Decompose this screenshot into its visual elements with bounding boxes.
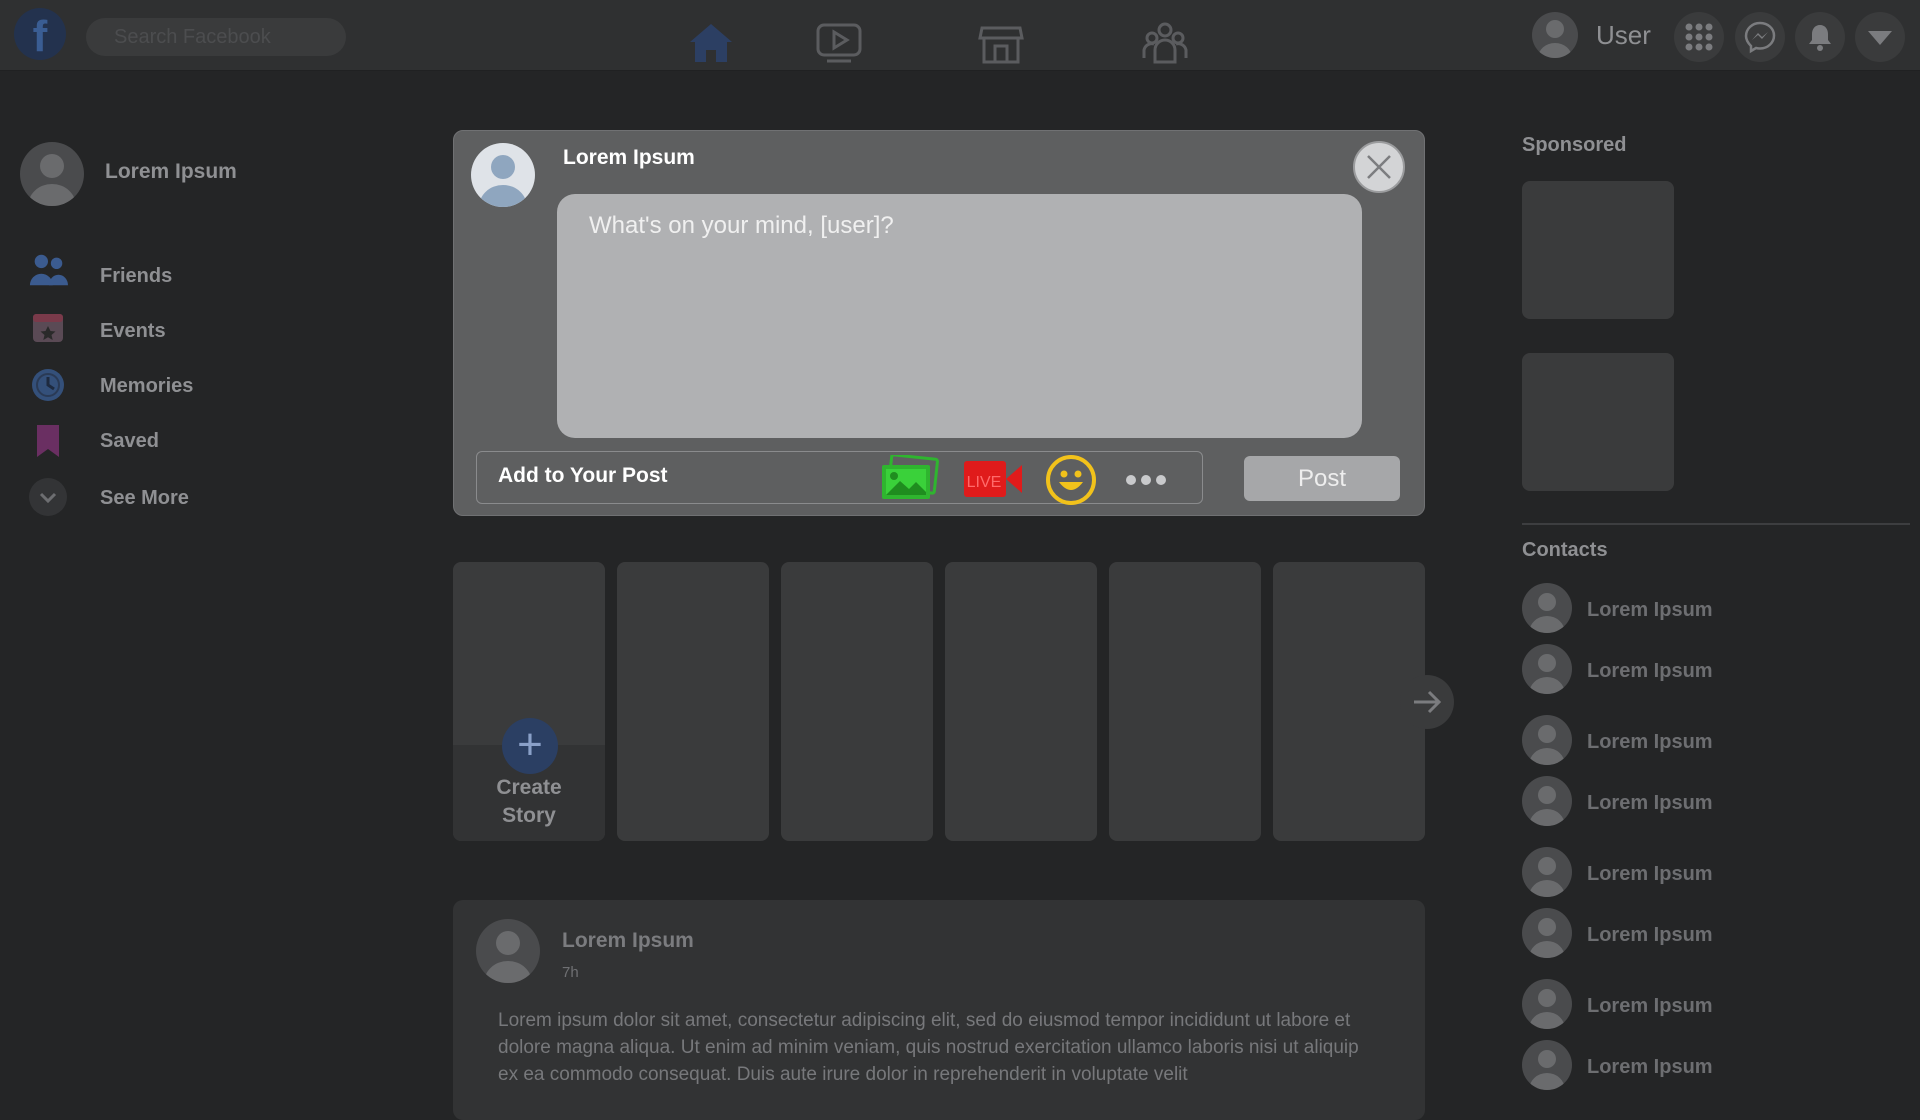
post-author-name[interactable]: Lorem Ipsum <box>562 929 694 953</box>
sidebar-profile-name[interactable]: Lorem Ipsum <box>105 160 237 184</box>
contact-name[interactable]: Lorem Ipsum <box>1587 792 1713 815</box>
saved-bookmark-icon[interactable] <box>28 421 68 461</box>
messenger-icon[interactable] <box>1735 12 1785 62</box>
contact-avatar[interactable] <box>1522 776 1572 826</box>
sponsored-ad[interactable] <box>1522 353 1674 491</box>
memories-clock-icon[interactable] <box>28 365 68 405</box>
search-input[interactable]: Search Facebook <box>86 18 346 56</box>
post-button[interactable]: Post <box>1244 456 1400 501</box>
contact-avatar[interactable] <box>1522 1040 1572 1090</box>
add-to-post-label: Add to Your Post <box>498 464 668 487</box>
arrow-right-icon[interactable] <box>1400 675 1454 729</box>
events-calendar-icon[interactable] <box>28 307 68 347</box>
post-text: Lorem ipsum dolor sit amet, consectetur … <box>498 1010 1359 1085</box>
contact-name[interactable]: Lorem Ipsum <box>1587 863 1713 886</box>
contacts-title: Contacts <box>1522 539 1608 561</box>
sponsored-ad[interactable] <box>1522 181 1674 319</box>
contact-name[interactable]: Lorem Ipsum <box>1587 599 1713 622</box>
marketplace-icon[interactable] <box>976 18 1026 68</box>
contact-avatar[interactable] <box>1522 979 1572 1029</box>
sidebar-item-see-more[interactable]: See More <box>100 487 189 510</box>
notifications-bell-icon[interactable] <box>1795 12 1845 62</box>
photo-icon[interactable] <box>878 453 940 503</box>
sidebar-item-saved[interactable]: Saved <box>100 430 159 453</box>
contact-avatar[interactable] <box>1522 644 1572 694</box>
story-card[interactable] <box>1109 562 1261 841</box>
contact-name[interactable]: Lorem Ipsum <box>1587 1056 1713 1079</box>
contact-name[interactable]: Lorem Ipsum <box>1587 995 1713 1018</box>
plus-icon[interactable]: + <box>502 718 558 774</box>
groups-icon[interactable] <box>1140 18 1190 68</box>
post-text-input[interactable] <box>557 194 1362 438</box>
profile-name[interactable]: User <box>1596 20 1651 51</box>
divider <box>1522 523 1910 525</box>
contact-avatar[interactable] <box>1522 715 1572 765</box>
contact-name[interactable]: Lorem Ipsum <box>1587 924 1713 947</box>
menu-grid-icon[interactable] <box>1674 12 1724 62</box>
post-timestamp[interactable]: 7h <box>562 964 579 981</box>
composer-author-name: Lorem Ipsum <box>563 146 695 169</box>
contact-avatar[interactable] <box>1522 847 1572 897</box>
create-story-label-line2: Story <box>502 804 556 827</box>
story-card[interactable] <box>617 562 769 841</box>
story-card[interactable] <box>945 562 1097 841</box>
close-icon[interactable] <box>1353 141 1405 193</box>
home-icon[interactable] <box>686 18 736 68</box>
feeling-emoji-icon[interactable] <box>1045 454 1097 506</box>
composer-author-avatar[interactable] <box>471 143 535 207</box>
live-label: LIVE <box>967 474 1002 491</box>
account-chevron-icon[interactable] <box>1855 12 1905 62</box>
more-options-icon[interactable] <box>1124 468 1168 492</box>
sidebar-item-memories[interactable]: Memories <box>100 375 193 398</box>
contact-avatar[interactable] <box>1522 908 1572 958</box>
contact-name[interactable]: Lorem Ipsum <box>1587 660 1713 683</box>
story-card[interactable] <box>781 562 933 841</box>
friends-icon[interactable] <box>28 250 68 290</box>
sponsored-title: Sponsored <box>1522 134 1627 156</box>
sidebar-item-events[interactable]: Events <box>100 320 166 343</box>
live-video-icon[interactable]: LIVE <box>962 457 1024 501</box>
contact-name[interactable]: Lorem Ipsum <box>1587 731 1713 754</box>
sidebar-profile-avatar[interactable] <box>20 142 84 206</box>
sidebar-item-friends[interactable]: Friends <box>100 265 172 288</box>
create-story-label[interactable]: Create Story <box>453 774 605 830</box>
watch-icon[interactable] <box>814 18 864 68</box>
create-story-label-line1: Create <box>496 776 562 799</box>
chevron-down-icon[interactable] <box>28 477 68 517</box>
post-author-avatar[interactable] <box>476 919 540 983</box>
contact-avatar[interactable] <box>1522 583 1572 633</box>
profile-avatar[interactable] <box>1532 12 1578 58</box>
facebook-logo[interactable]: f <box>14 8 66 60</box>
